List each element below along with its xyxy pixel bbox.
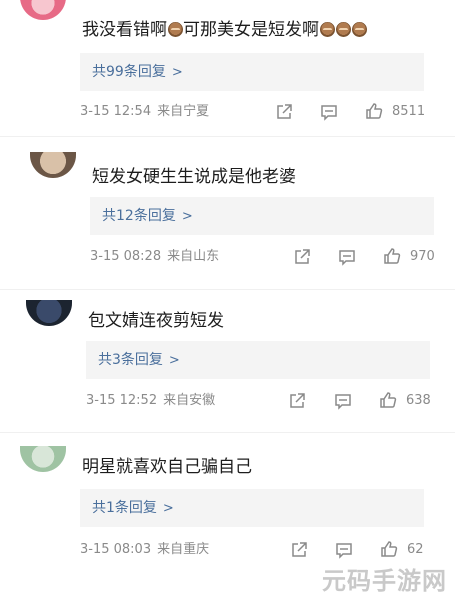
comment-meta: 3-15 12:54 来自宁夏: [80, 103, 209, 121]
monkey-emoji-icon: [336, 22, 351, 37]
comment-text: 短发女硬生生说成是他老婆: [92, 167, 296, 187]
chevron-right-icon: >: [181, 209, 193, 224]
divider: [0, 289, 455, 290]
comment-time: 3-15 12:52: [86, 393, 158, 408]
view-replies-link[interactable]: 共12条回复 >: [102, 206, 193, 227]
avatar[interactable]: [30, 152, 76, 178]
comment-text: 我没看错啊 可那美女是短发啊: [82, 19, 367, 41]
like-icon[interactable]: [382, 246, 402, 266]
divider: [0, 432, 455, 433]
monkey-emoji-icon: [168, 22, 183, 37]
comment-text: 明星就喜欢自己骗自己: [82, 457, 252, 477]
comment-meta: 3-15 08:03 来自重庆: [80, 541, 209, 559]
share-icon[interactable]: [287, 391, 307, 411]
comment-time: 3-15 12:54: [80, 104, 152, 119]
share-icon[interactable]: [292, 247, 312, 267]
reply-box[interactable]: 共12条回复 >: [90, 197, 434, 235]
share-icon[interactable]: [274, 102, 294, 122]
comment-location: 来自山东: [167, 249, 220, 264]
comment-text: 包文婧连夜剪短发: [88, 311, 224, 331]
avatar[interactable]: [20, 0, 66, 20]
avatar[interactable]: [20, 446, 66, 472]
like-count: 8511: [392, 104, 426, 119]
view-replies-link[interactable]: 共1条回复 >: [92, 498, 174, 519]
chevron-right-icon: >: [162, 501, 174, 516]
view-replies-link[interactable]: 共3条回复 >: [98, 350, 180, 371]
chevron-right-icon: >: [171, 65, 183, 80]
comment-item: 明星就喜欢自己骗自己 共1条回复 > 3-15 08:03 来自重庆 62: [0, 446, 455, 576]
chevron-right-icon: >: [168, 353, 180, 368]
comment-icon[interactable]: [319, 102, 339, 122]
comment-location: 来自安徽: [163, 393, 216, 408]
comment-time: 3-15 08:28: [90, 249, 162, 264]
like-count: 638: [406, 393, 431, 408]
share-icon[interactable]: [289, 540, 309, 560]
monkey-emoji-icon: [320, 22, 335, 37]
reply-box[interactable]: 共1条回复 >: [80, 489, 424, 527]
comment-icon[interactable]: [333, 391, 353, 411]
comment-icon[interactable]: [334, 540, 354, 560]
comment-meta: 3-15 12:52 来自安徽: [86, 392, 215, 410]
divider: [0, 136, 455, 137]
avatar[interactable]: [26, 300, 72, 326]
like-icon[interactable]: [379, 539, 399, 559]
reply-box[interactable]: 共99条回复 >: [80, 53, 424, 91]
like-count: 62: [407, 542, 424, 557]
comment-time: 3-15 08:03: [80, 542, 152, 557]
comment-icon[interactable]: [337, 247, 357, 267]
watermark: 元码手游网: [322, 567, 447, 595]
like-count: 970: [410, 249, 435, 264]
monkey-emoji-icon: [352, 22, 367, 37]
view-replies-link[interactable]: 共99条回复 >: [92, 62, 183, 83]
comment-item: 短发女硬生生说成是他老婆 共12条回复 > 3-15 08:28 来自山东 970: [0, 152, 455, 287]
like-icon[interactable]: [378, 390, 398, 410]
comment-location: 来自宁夏: [157, 104, 210, 119]
comment-item: 包文婧连夜剪短发 共3条回复 > 3-15 12:52 来自安徽 638: [0, 300, 455, 430]
like-icon[interactable]: [364, 101, 384, 121]
comment-item: 我没看错啊 可那美女是短发啊 共99条回复 > 3-15 12:54 来自宁夏 851…: [0, 0, 455, 135]
reply-box[interactable]: 共3条回复 >: [86, 341, 430, 379]
comment-meta: 3-15 08:28 来自山东: [90, 248, 219, 266]
comment-location: 来自重庆: [157, 542, 210, 557]
